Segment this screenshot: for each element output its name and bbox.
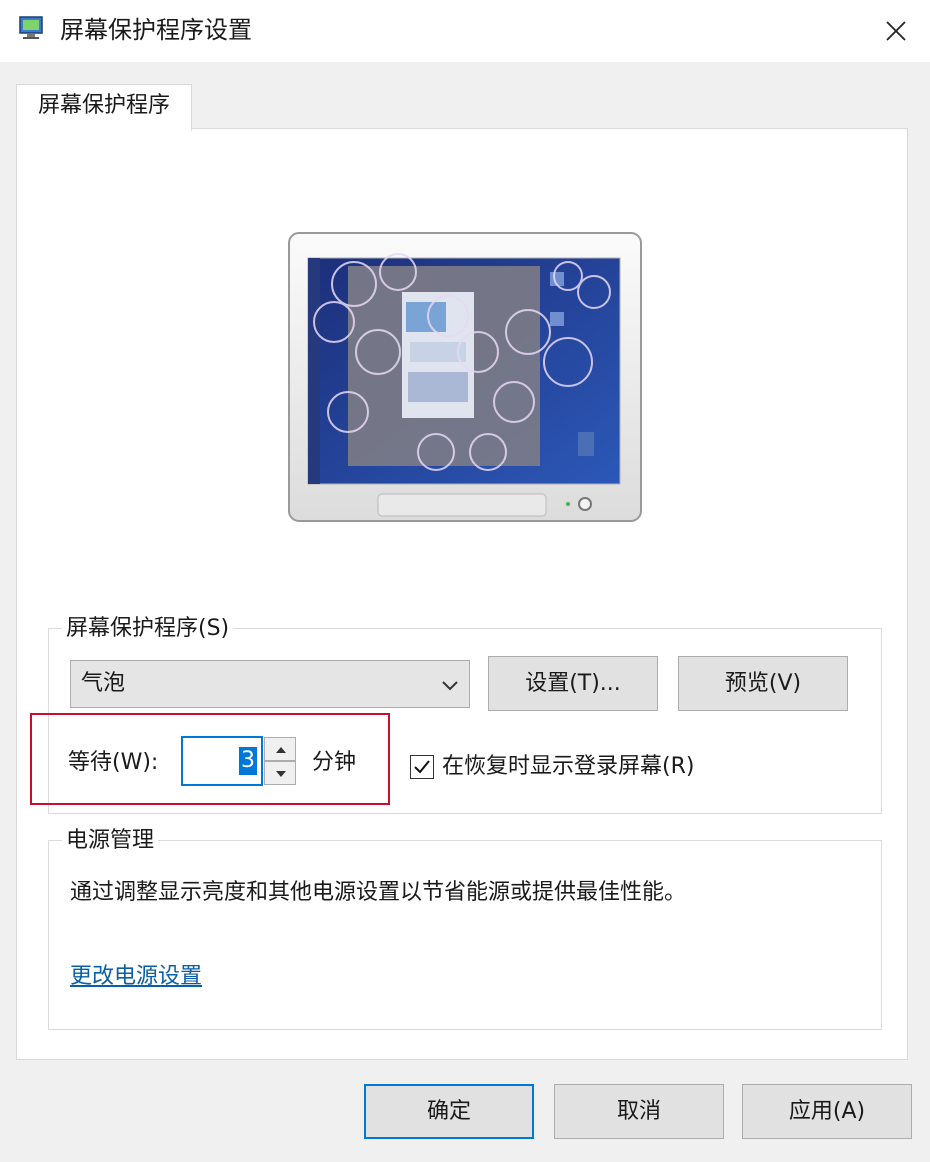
- resume-login-checkbox[interactable]: [410, 755, 434, 779]
- close-button[interactable]: [872, 10, 920, 52]
- preview-button[interactable]: 预览(V): [678, 656, 848, 711]
- power-description: 通过调整显示亮度和其他电源设置以节省能源或提供最佳性能。: [70, 880, 687, 905]
- wait-minutes-value: 3: [239, 747, 257, 775]
- arrow-down-icon: [276, 771, 286, 777]
- cancel-button[interactable]: 取消: [554, 1084, 724, 1139]
- screensaver-select-value: 气泡: [81, 671, 126, 696]
- change-power-settings-link[interactable]: 更改电源设置: [70, 962, 202, 992]
- resume-login-label[interactable]: 在恢复时显示登录屏幕(R): [442, 752, 694, 782]
- settings-button[interactable]: 设置(T)...: [488, 656, 658, 711]
- screensaver-preview-monitor: [288, 232, 642, 522]
- wait-minutes-stepper: [264, 737, 296, 785]
- ok-button[interactable]: 确定: [364, 1084, 534, 1139]
- tab-screensaver[interactable]: 屏幕保护程序: [16, 84, 192, 131]
- power-group: [48, 840, 882, 1030]
- screensaver-select[interactable]: 气泡: [70, 660, 470, 708]
- wait-label: 等待(W):: [68, 750, 159, 775]
- close-icon: [886, 21, 906, 41]
- chevron-down-icon: [441, 677, 459, 696]
- title-bar: 屏幕保护程序设置: [0, 0, 930, 62]
- screensaver-group-label: 屏幕保护程序(S): [62, 614, 234, 644]
- stepper-up-button[interactable]: [264, 737, 296, 761]
- power-group-label: 电源管理: [62, 826, 159, 856]
- display-settings-icon: [18, 14, 46, 42]
- checkmark-icon: [414, 760, 430, 774]
- apply-button[interactable]: 应用(A): [742, 1084, 912, 1139]
- wait-minutes-input[interactable]: 3: [181, 736, 263, 786]
- stepper-down-button[interactable]: [264, 761, 296, 785]
- window-title: 屏幕保护程序设置: [60, 16, 252, 44]
- minutes-label: 分钟: [312, 750, 357, 775]
- arrow-up-icon: [276, 747, 286, 753]
